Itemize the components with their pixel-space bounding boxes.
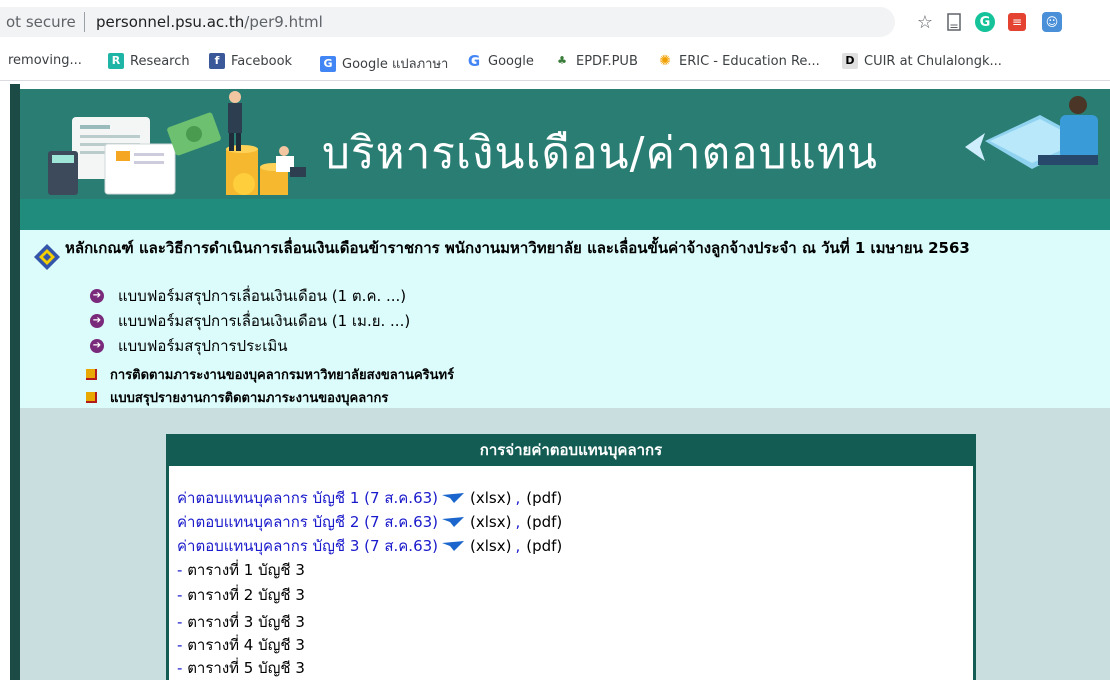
google-translate-icon: G xyxy=(320,55,336,72)
table-link[interactable]: - ตารางที่ 2 บัญชี 3 xyxy=(177,583,305,607)
google-icon: G xyxy=(467,52,481,70)
pdf-link[interactable]: (pdf) xyxy=(526,513,562,531)
todoist-icon[interactable]: ≡ xyxy=(1008,13,1026,31)
payment-account-row: ค่าตอบแทนบุคลากร บัญชี 3 (7 ส.ค.63) (xls… xyxy=(177,534,562,558)
pdf-link[interactable]: (pdf) xyxy=(526,537,562,555)
arrow-bullet-icon: ➔ xyxy=(90,314,104,328)
grammarly-icon[interactable]: G xyxy=(975,12,995,32)
table-link[interactable]: - ตารางที่ 5 บัญชี 3 xyxy=(177,656,305,680)
form-item[interactable]: ➔ แบบฟอร์มสรุปการเลื่อนเงินเดือน (1 เม.ย… xyxy=(90,309,410,333)
arrow-bullet-icon: ➔ xyxy=(90,339,104,353)
dash: - xyxy=(177,636,188,654)
url-text[interactable]: personnel.psu.ac.th/per9.html xyxy=(96,13,323,31)
researchgate-icon: R xyxy=(108,53,124,69)
bookmark-facebook[interactable]: f Facebook xyxy=(209,53,292,69)
workload-link[interactable]: การติดตามภาระงานของบุคลากรมหาวิทยาลัยสงข… xyxy=(86,364,454,385)
table-label: ตารางที่ 2 บัญชี 3 xyxy=(187,586,305,604)
table-label: ตารางที่ 5 บัญชี 3 xyxy=(187,659,305,677)
pdf-link[interactable]: (pdf) xyxy=(526,489,562,507)
bookmark-research[interactable]: R Research xyxy=(108,53,190,69)
facebook-icon: f xyxy=(209,53,225,69)
diamond-bullet-icon xyxy=(34,244,60,270)
bookmark-epdf[interactable]: ♣ EPDF.PUB xyxy=(554,53,638,69)
account-link[interactable]: ค่าตอบแทนบุคลากร บัญชี 2 (7 ส.ค.63) xyxy=(177,510,438,534)
payment-header: การจ่ายค่าตอบแทนบุคลากร xyxy=(166,434,976,466)
link-label: การติดตามภาระงานของบุคลากรมหาวิทยาลัยสงข… xyxy=(110,368,455,383)
xlsx-link[interactable]: (xlsx) xyxy=(470,537,511,555)
table-link[interactable]: - ตารางที่ 4 บัญชี 3 xyxy=(177,633,305,657)
bookmark-label: CUIR at Chulalongk... xyxy=(864,53,1002,69)
form-label: แบบฟอร์มสรุปการเลื่อนเงินเดือน (1 เม.ย. … xyxy=(118,312,411,330)
separator: , xyxy=(515,513,521,531)
payment-account-row: ค่าตอบแทนบุคลากร บัญชี 2 (7 ส.ค.63) (xls… xyxy=(177,510,562,534)
bookmark-google[interactable]: G Google xyxy=(466,53,534,69)
bookmark-cuir[interactable]: D CUIR at Chulalongk... xyxy=(842,53,1002,69)
payment-account-row: ค่าตอบแทนบุคลากร บัญชี 1 (7 ส.ค.63) (xls… xyxy=(177,486,562,510)
separator: , xyxy=(515,537,521,555)
workload-report-link[interactable]: แบบสรุปรายงานการติดตามภาระงานของบุคลากร xyxy=(86,387,388,408)
square-bullet-icon xyxy=(86,392,97,403)
form-item[interactable]: ➔ แบบฟอร์มสรุปการประเมิน xyxy=(90,334,287,358)
link-label: แบบสรุปรายงานการติดตามภาระงานของบุคลากร xyxy=(110,391,389,406)
epdf-icon: ♣ xyxy=(557,54,567,67)
table-label: ตารางที่ 4 บัญชี 3 xyxy=(187,636,305,654)
cuir-icon: D xyxy=(842,53,858,69)
square-bullet-icon xyxy=(86,369,97,380)
url-host: personnel.psu.ac.th xyxy=(96,13,245,31)
xlsx-link[interactable]: (xlsx) xyxy=(470,489,511,507)
banner-strip xyxy=(20,199,1110,230)
separator: , xyxy=(515,489,521,507)
security-indicator[interactable]: ot secure xyxy=(6,13,76,31)
pointer-icon xyxy=(442,541,465,551)
bookmark-eric[interactable]: ✺ ERIC - Education Re... xyxy=(657,53,820,69)
banner-title: บริหารเงินเดือน/ค่าตอบแทน xyxy=(322,128,878,179)
table-label: ตารางที่ 3 บัญชี 3 xyxy=(187,613,305,631)
form-label: แบบฟอร์มสรุปการประเมิน xyxy=(118,337,288,355)
bookmark-label: Research xyxy=(130,53,190,69)
url-path: /per9.html xyxy=(244,13,323,31)
bookmark-label: Google xyxy=(488,53,534,69)
bookmark-label: removing... xyxy=(8,53,82,68)
arrow-bullet-icon: ➔ xyxy=(90,289,104,303)
bookmark-google-translate[interactable]: G Google แปลภาษา xyxy=(320,53,448,74)
page-left-border xyxy=(10,84,20,680)
divider xyxy=(84,12,85,32)
address-bar: ot secure personnel.psu.ac.th/per9.html … xyxy=(0,0,1110,44)
bookmark-label: Google แปลภาษา xyxy=(342,57,449,72)
criteria-title[interactable]: หลักเกณฑ์ และวิธีการดำเนินการเลื่อนเงินเ… xyxy=(65,237,1105,259)
account-link[interactable]: ค่าตอบแทนบุคลากร บัญชี 1 (7 ส.ค.63) xyxy=(177,486,438,510)
dash: - xyxy=(177,561,188,579)
bookmark-label: Facebook xyxy=(231,53,293,69)
pointer-icon xyxy=(442,493,465,503)
document-extension-icon[interactable] xyxy=(943,11,965,33)
xlsx-link[interactable]: (xlsx) xyxy=(470,513,511,531)
bookmarks-bar: removing... R Research f Facebook G Google … xyxy=(0,44,1110,81)
dash: - xyxy=(177,659,188,677)
account-link[interactable]: ค่าตอบแทนบุคลากร บัญชี 3 (7 ส.ค.63) xyxy=(177,534,438,558)
table-label: ตารางที่ 1 บัญชี 3 xyxy=(187,561,305,579)
extension-avatar-icon[interactable]: ☺ xyxy=(1042,12,1062,32)
dash: - xyxy=(177,613,188,631)
star-icon[interactable]: ☆ xyxy=(914,11,936,33)
bookmark-label: ERIC - Education Re... xyxy=(679,53,820,69)
pointer-icon xyxy=(442,517,465,527)
bookmark-label: EPDF.PUB xyxy=(576,53,638,69)
form-label: แบบฟอร์มสรุปการเลื่อนเงินเดือน (1 ต.ค. .… xyxy=(118,287,407,305)
eric-icon: ✺ xyxy=(659,53,671,69)
bookmark-removing[interactable]: removing... xyxy=(8,53,82,68)
table-link[interactable]: - ตารางที่ 1 บัญชี 3 xyxy=(177,558,305,582)
table-link[interactable]: - ตารางที่ 3 บัญชี 3 xyxy=(177,610,305,634)
dash: - xyxy=(177,586,188,604)
form-item[interactable]: ➔ แบบฟอร์มสรุปการเลื่อนเงินเดือน (1 ต.ค.… xyxy=(90,284,406,308)
